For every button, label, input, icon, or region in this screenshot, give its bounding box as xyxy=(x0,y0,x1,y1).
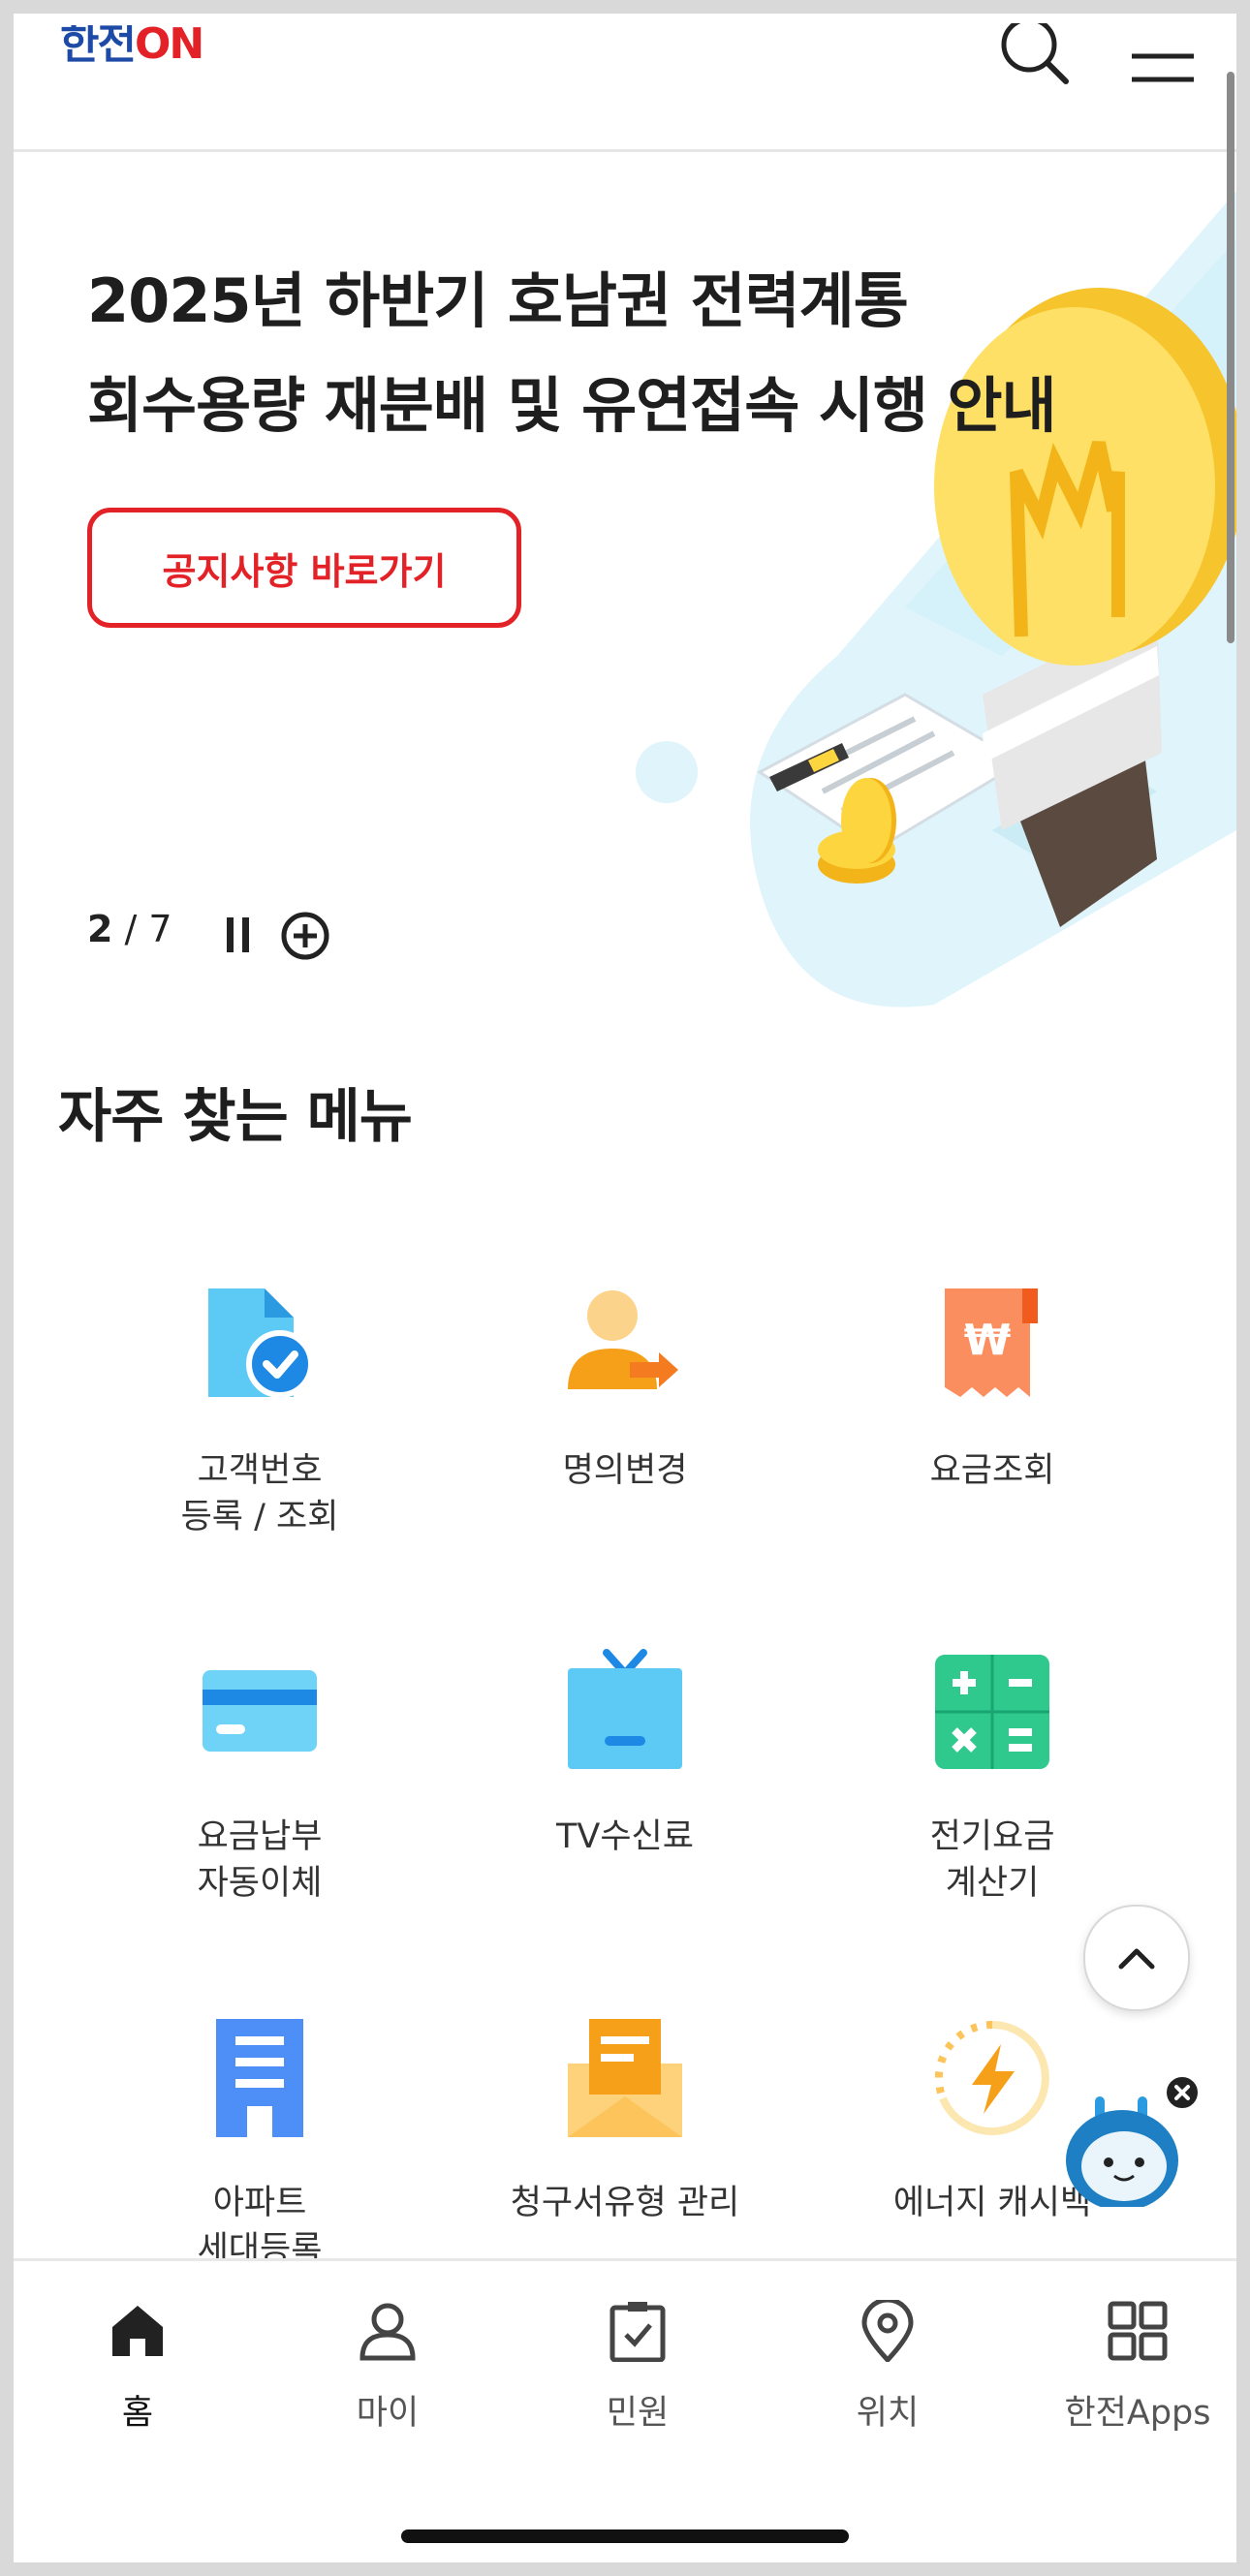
nav-label: 민원 xyxy=(606,2394,670,2433)
home-icon xyxy=(112,2306,163,2356)
menu-label: 명의변경 xyxy=(562,1451,688,1490)
hero-title-line2: 회수용량 재분배 및 유연접속 시행 안내 xyxy=(87,370,1057,441)
app-screen: 한전ON 2025년 하반기 호남권 전력계통 회수용량 재분배 및 유연접속 … xyxy=(14,14,1236,2562)
scroll-to-top-button[interactable] xyxy=(1083,1905,1190,2011)
hamburger-menu-icon[interactable] xyxy=(1124,23,1202,101)
menu-bill-inquiry[interactable]: ₩ 요금조회 xyxy=(789,1283,1196,1494)
menu-label: TV수신료 xyxy=(556,1817,694,1856)
logo-text-blue: 한전 xyxy=(60,25,137,64)
document-check-icon xyxy=(208,1288,314,1398)
pause-icon[interactable] xyxy=(219,916,258,954)
nav-civil-complaint[interactable]: 민원 xyxy=(541,2300,734,2435)
svg-text:₩: ₩ xyxy=(964,1316,1012,1365)
menu-label: 고객번호 등록 / 조회 xyxy=(180,1451,339,1536)
scrollbar[interactable] xyxy=(1227,72,1234,643)
nav-label: 마이 xyxy=(356,2394,420,2433)
home-indicator xyxy=(401,2529,849,2543)
menu-customer-number[interactable]: 고객번호 등록 / 조회 xyxy=(56,1283,463,1540)
nav-my[interactable]: 마이 xyxy=(291,2300,484,2435)
calculator-icon xyxy=(935,1655,1049,1769)
slide-counter: 2 / 7 xyxy=(87,908,172,950)
apartment-building-icon xyxy=(216,2019,303,2137)
nav-label: 위치 xyxy=(856,2394,920,2433)
person-icon xyxy=(359,2303,416,2361)
menu-name-change[interactable]: 명의변경 xyxy=(422,1283,828,1494)
notice-shortcut-button[interactable]: 공지사항 바로가기 xyxy=(87,508,521,628)
nav-home[interactable]: 홈 xyxy=(41,2300,234,2435)
bottom-navigation: 홈 마이 민원 위치 한전Apps xyxy=(14,2258,1236,2562)
clipboard-check-icon xyxy=(609,2302,666,2362)
frequent-menu-title: 자주 찾는 메뉴 xyxy=(58,1083,413,1151)
hero-title: 2025년 하반기 호남권 전력계통 회수용량 재분배 및 유연접속 시행 안내 xyxy=(87,249,1057,458)
location-pin-icon xyxy=(861,2300,914,2362)
energy-cashback-icon xyxy=(934,2020,1049,2135)
credit-card-icon xyxy=(203,1670,317,1752)
chevron-up-icon xyxy=(1118,1948,1155,1970)
menu-bill-calculator[interactable]: 전기요금 계산기 xyxy=(789,1649,1196,1907)
menu-label: 청구서유형 관리 xyxy=(510,2184,740,2222)
slide-separator: / xyxy=(112,908,149,950)
close-icon[interactable] xyxy=(1163,2073,1202,2112)
menu-apartment-registration[interactable]: 아파트 세대등록 xyxy=(56,2015,463,2273)
menu-label: 전기요금 계산기 xyxy=(929,1817,1055,1903)
chatbot-button[interactable] xyxy=(1047,2052,1202,2211)
kepco-on-logo[interactable]: 한전ON xyxy=(60,25,203,64)
envelope-letter-icon xyxy=(568,2019,682,2137)
menu-auto-payment[interactable]: 요금납부 자동이체 xyxy=(56,1649,463,1907)
menu-label: 요금조회 xyxy=(929,1451,1055,1490)
menu-label: 요금납부 자동이체 xyxy=(197,1817,323,1903)
menu-bill-type-management[interactable]: 청구서유형 관리 xyxy=(422,2015,828,2226)
hero-title-line1: 2025년 하반기 호남권 전력계통 xyxy=(87,265,909,336)
nav-kepco-apps[interactable]: 한전Apps xyxy=(1041,2300,1234,2435)
plus-circle-icon[interactable] xyxy=(279,910,331,962)
top-header: 한전ON xyxy=(14,14,1236,152)
nav-label: 한전Apps xyxy=(1064,2394,1211,2433)
nav-label: 홈 xyxy=(121,2394,154,2433)
person-transfer-icon xyxy=(568,1290,678,1389)
nav-location[interactable]: 위치 xyxy=(791,2300,984,2435)
won-receipt-icon: ₩ xyxy=(945,1288,1038,1397)
logo-text-red: ON xyxy=(134,25,203,64)
search-icon[interactable] xyxy=(998,16,1076,101)
hero-banner[interactable]: 2025년 하반기 호남권 전력계통 회수용량 재분배 및 유연접속 시행 안내… xyxy=(14,152,1236,1024)
grid-apps-icon xyxy=(1108,2301,1168,2361)
slide-total: 7 xyxy=(148,908,172,950)
tv-icon xyxy=(568,1649,682,1769)
menu-tv-fee[interactable]: TV수신료 xyxy=(422,1649,828,1860)
slide-current: 2 xyxy=(87,908,113,950)
